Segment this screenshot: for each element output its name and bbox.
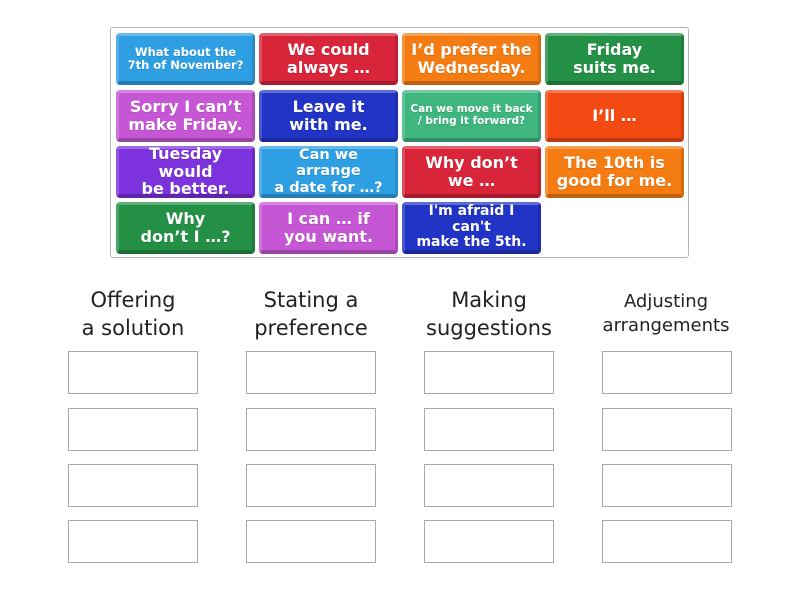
drop-slot-suggestions-3[interactable] xyxy=(424,464,554,507)
drop-slot-suggestions-1[interactable] xyxy=(424,351,554,394)
card-label: Tuesday would be better. xyxy=(141,143,230,199)
card-why-dont-we[interactable]: Why don’t we … xyxy=(402,146,541,198)
card-label: What about the 7th of November? xyxy=(127,44,244,72)
drop-slot-offering-1[interactable] xyxy=(68,351,198,394)
drop-slot-suggestions-4[interactable] xyxy=(424,520,554,563)
card-label: Why don’t we … xyxy=(425,152,518,190)
drop-slot-suggestions-2[interactable] xyxy=(424,408,554,451)
drop-slot-offering-4[interactable] xyxy=(68,520,198,563)
card-move-it-back-forward[interactable]: Can we move it back / bring it forward? xyxy=(402,90,541,142)
drop-slot-offering-3[interactable] xyxy=(68,464,198,507)
card-label: The 10th is good for me. xyxy=(556,152,673,190)
drop-slot-preference-1[interactable] xyxy=(246,351,376,394)
card-label: Can we move it back / bring it forward? xyxy=(410,102,533,127)
card-label: I’d prefer the Wednesday. xyxy=(411,39,532,77)
drop-slot-preference-3[interactable] xyxy=(246,464,376,507)
drop-slot-adjusting-3[interactable] xyxy=(602,464,732,507)
drop-slot-preference-2[interactable] xyxy=(246,408,376,451)
card-label: Leave it with me. xyxy=(289,96,368,134)
card-ill[interactable]: I’ll … xyxy=(545,90,684,142)
drop-slot-adjusting-1[interactable] xyxy=(602,351,732,394)
card-label: We could always … xyxy=(287,39,370,77)
card-i-can-if-you-want[interactable]: I can … if you want. xyxy=(259,202,398,254)
card-label: I'm afraid I can't make the 5th. xyxy=(416,203,527,251)
card-tuesday-would-be-better[interactable]: Tuesday would be better. xyxy=(116,143,255,199)
card-label: Sorry I can’t make Friday. xyxy=(128,96,243,134)
card-afraid-cant-make-5th[interactable]: I'm afraid I can't make the 5th. xyxy=(402,202,541,254)
card-what-about-7th-november[interactable]: What about the 7th of November? xyxy=(116,33,255,85)
card-label: Friday suits me. xyxy=(573,39,656,77)
category-offering-a-solution: Offering a solution xyxy=(81,288,185,340)
card-label: I can … if you want. xyxy=(283,208,374,246)
card-id-prefer-wednesday[interactable]: I’d prefer the Wednesday. xyxy=(402,33,541,85)
card-label: I’ll … xyxy=(592,105,637,125)
card-friday-suits-me[interactable]: Friday suits me. xyxy=(545,33,684,85)
card-leave-it-with-me[interactable]: Leave it with me. xyxy=(259,90,398,142)
category-adjusting-arrangements: Adjusting arrangements xyxy=(602,291,730,336)
card-we-could-always[interactable]: We could always … xyxy=(259,33,398,85)
card-label: Can we arrange a date for …? xyxy=(274,147,383,196)
card-label: Why don’t I …? xyxy=(140,208,231,246)
category-stating-a-preference: Stating a preference xyxy=(254,288,368,340)
drop-slot-offering-2[interactable] xyxy=(68,408,198,451)
drop-slot-adjusting-4[interactable] xyxy=(602,520,732,563)
card-why-dont-i[interactable]: Why don’t I …? xyxy=(116,202,255,254)
drop-slot-preference-4[interactable] xyxy=(246,520,376,563)
category-making-suggestions: Making suggestions xyxy=(426,288,552,340)
drop-slot-adjusting-2[interactable] xyxy=(602,408,732,451)
card-sorry-cant-make-friday[interactable]: Sorry I can’t make Friday. xyxy=(116,90,255,142)
card-arrange-a-date[interactable]: Can we arrange a date for …? xyxy=(259,146,398,198)
card-10th-good-for-me[interactable]: The 10th is good for me. xyxy=(545,146,684,198)
